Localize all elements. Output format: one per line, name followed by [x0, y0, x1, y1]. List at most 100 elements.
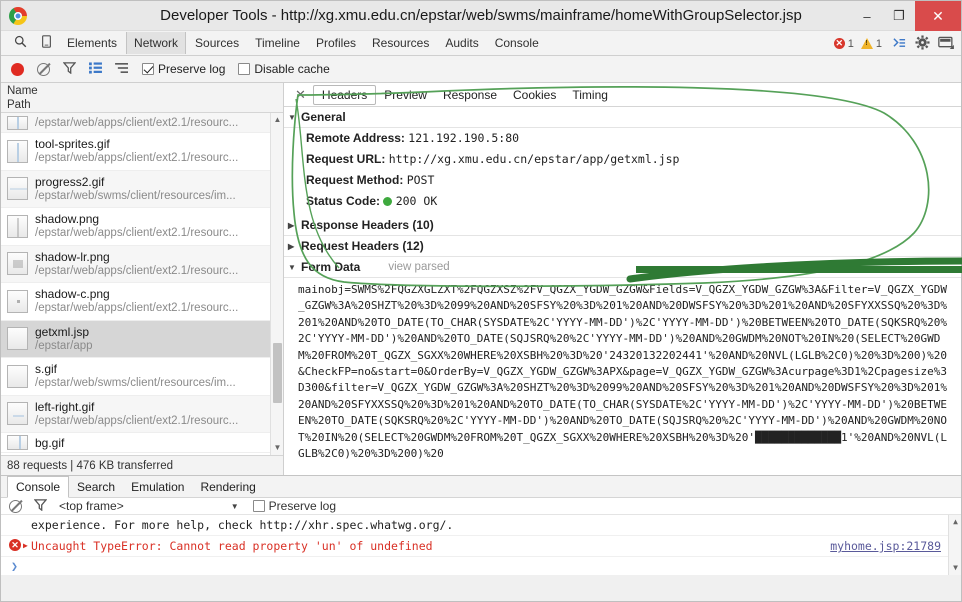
scroll-down-icon[interactable]: ▼	[271, 441, 283, 455]
console-line-error[interactable]: ✕ ▶ Uncaught TypeError: Cannot read prop…	[1, 535, 961, 557]
console-output[interactable]: experience. For more help, check http://…	[1, 515, 961, 575]
disable-cache-box-icon[interactable]	[238, 63, 251, 75]
clear-icon[interactable]	[37, 62, 50, 76]
form-data-body[interactable]: mainobj=SWMS%2FQGZXGLZXT%2FQGZXSZ%2FV_QG…	[284, 278, 961, 466]
list-item[interactable]: shadow-lr.png /epstar/web/apps/client/ex…	[1, 245, 283, 283]
tab-timing[interactable]: Timing	[564, 85, 616, 105]
scroll-up-icon[interactable]: ▲	[271, 113, 283, 127]
scroll-down-icon[interactable]: ▼	[949, 561, 962, 575]
scrollbar-thumb[interactable]	[273, 343, 282, 403]
console-preserve-log-box-icon[interactable]	[252, 500, 265, 512]
preserve-log-box-icon[interactable]	[142, 63, 154, 75]
error-count: 1	[847, 37, 854, 50]
request-details-pane: ✕ Headers Preview Response Cookies Timin…	[284, 83, 962, 475]
request-list-scrollbar[interactable]: ▲ ▼	[270, 113, 283, 455]
filter-icon[interactable]	[62, 61, 77, 77]
console-drawer-icon[interactable]	[889, 36, 910, 52]
frame-selector[interactable]: <top frame>	[59, 499, 124, 513]
section-general[interactable]: ▼ General	[284, 107, 961, 128]
devtools-tab-strip: Elements Network Sources Timeline Profil…	[1, 31, 961, 56]
list-item-path: /epstar/web/apps/client/ext2.1/resourc..…	[35, 302, 239, 315]
list-item-path: /epstar/web/apps/client/ext2.1/resourc..…	[35, 414, 239, 427]
tab-preview[interactable]: Preview	[376, 85, 435, 105]
status-code-value: 200 OK	[395, 194, 438, 208]
view-parsed-link[interactable]: view parsed	[388, 261, 449, 273]
resource-thumbnail-icon	[7, 115, 28, 130]
error-badge-icon[interactable]: ✕	[833, 38, 845, 49]
request-method-value: POST	[406, 173, 435, 187]
list-item-path: /epstar/web/apps/client/ext2.1/resourc..…	[35, 152, 239, 165]
column-header-path[interactable]: Path	[7, 98, 277, 112]
request-list-header: Name Path	[1, 83, 283, 113]
tab-sources[interactable]: Sources	[188, 34, 246, 52]
request-list[interactable]: /epstar/web/apps/client/ext2.1/resourc..…	[1, 113, 283, 455]
console-drawer: Console Search Emulation Rendering <top …	[1, 475, 961, 575]
console-preserve-log-checkbox[interactable]: Preserve log	[252, 499, 336, 513]
resource-thumbnail-icon	[7, 402, 28, 426]
chevron-down-icon[interactable]: ▼	[231, 502, 239, 511]
close-button[interactable]: ✕	[915, 1, 961, 31]
list-item[interactable]: progress2.gif /epstar/web/swms/client/re…	[1, 170, 283, 208]
console-scrollbar[interactable]: ▲ ▼	[948, 515, 961, 575]
list-item[interactable]: /epstar/web/apps/client/ext2.1/resourc..…	[1, 113, 283, 133]
scroll-up-icon[interactable]: ▲	[949, 515, 962, 529]
console-error-text: Uncaught TypeError: Cannot read property…	[31, 539, 433, 553]
section-response-headers[interactable]: ▶ Response Headers (10)	[284, 215, 961, 236]
tab-network[interactable]: Network	[126, 32, 187, 54]
clear-console-icon[interactable]	[9, 499, 22, 513]
tab-response[interactable]: Response	[435, 85, 505, 105]
chevron-down-icon[interactable]: ▼	[288, 113, 297, 122]
list-item-selected[interactable]: getxml.jsp /epstar/app	[1, 320, 283, 358]
disable-cache-label: Disable cache	[254, 62, 330, 76]
tab-headers[interactable]: Headers	[312, 84, 377, 105]
tab-audits[interactable]: Audits	[438, 34, 485, 52]
chevron-down-icon[interactable]: ▼	[288, 263, 297, 272]
tab-elements[interactable]: Elements	[60, 34, 124, 52]
preserve-log-checkbox[interactable]: Preserve log	[142, 62, 225, 76]
tab-resources[interactable]: Resources	[365, 34, 436, 52]
device-toolbar-icon[interactable]	[33, 35, 59, 51]
gear-icon[interactable]	[912, 34, 933, 53]
section-form-data[interactable]: ▼ Form Data view parsed	[284, 257, 961, 278]
list-item-name: s.gif	[35, 362, 58, 377]
chevron-right-icon[interactable]: ▶	[288, 221, 297, 230]
tab-console[interactable]: Console	[488, 34, 546, 52]
column-header-name[interactable]: Name	[7, 84, 277, 98]
request-url-value[interactable]: http://xg.xmu.edu.cn/epstar/app/getxml.j…	[389, 152, 680, 166]
console-prompt[interactable]: ❯	[1, 557, 961, 575]
chevron-right-icon[interactable]: ▶	[288, 242, 297, 251]
list-item[interactable]: tool-sprites.gif /epstar/web/apps/client…	[1, 133, 283, 171]
list-view-icon[interactable]	[89, 61, 102, 77]
minimize-button[interactable]: –	[851, 1, 883, 31]
small-rows-icon[interactable]	[115, 62, 129, 77]
drawer-tab-search[interactable]: Search	[69, 478, 123, 496]
console-source-link[interactable]: myhome.jsp:21789	[830, 538, 941, 554]
request-method-row: Request Method: POST	[284, 170, 961, 191]
disable-cache-checkbox[interactable]: Disable cache	[238, 62, 330, 76]
drawer-tab-console[interactable]: Console	[7, 476, 70, 498]
drawer-tab-rendering[interactable]: Rendering	[192, 478, 263, 496]
filter-icon[interactable]	[33, 498, 48, 514]
network-toolbar: Preserve log Disable cache	[1, 56, 961, 83]
drawer-tab-strip: Console Search Emulation Rendering	[1, 476, 961, 498]
remote-address-key: Remote Address:	[306, 131, 405, 145]
list-item[interactable]: bg.gif	[1, 433, 283, 453]
close-details-icon[interactable]: ✕	[288, 87, 313, 103]
remote-address-row: Remote Address: 121.192.190.5:80	[284, 128, 961, 149]
expand-triangle-icon[interactable]: ▶	[23, 538, 28, 554]
drawer-tab-emulation[interactable]: Emulation	[123, 478, 192, 496]
tab-timeline[interactable]: Timeline	[248, 34, 307, 52]
search-icon[interactable]	[7, 35, 33, 51]
list-item[interactable]: shadow.png /epstar/web/apps/client/ext2.…	[1, 208, 283, 246]
maximize-button[interactable]: ❐	[883, 1, 915, 31]
tab-cookies[interactable]: Cookies	[505, 85, 564, 105]
list-item[interactable]: left-right.gif /epstar/web/apps/client/e…	[1, 395, 283, 433]
warning-triangle-icon[interactable]	[860, 38, 873, 49]
record-button-icon[interactable]	[11, 62, 24, 76]
dock-position-icon[interactable]	[935, 36, 957, 52]
list-item[interactable]: shadow-c.png /epstar/web/apps/client/ext…	[1, 283, 283, 321]
tab-profiles[interactable]: Profiles	[309, 34, 363, 52]
list-item[interactable]: s.gif /epstar/web/swms/client/resources/…	[1, 358, 283, 396]
request-list-pane: Name Path /epstar/web/apps/client/ext2.1…	[1, 83, 284, 475]
section-request-headers[interactable]: ▶ Request Headers (12)	[284, 236, 961, 257]
